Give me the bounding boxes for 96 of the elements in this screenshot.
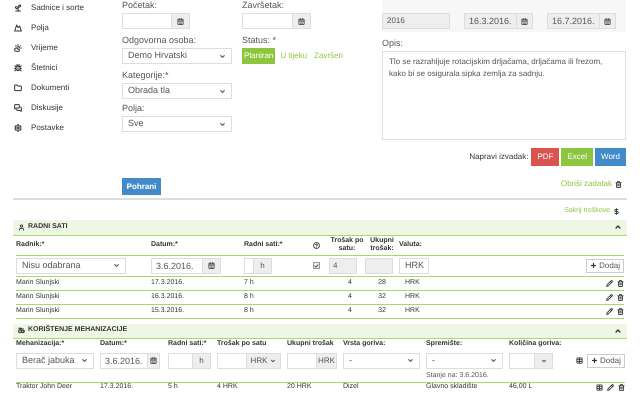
collapse-icon[interactable] [614, 326, 622, 334]
season-field: 2016 [382, 13, 450, 29]
caret-icon [540, 358, 546, 364]
sidebar-item[interactable]: Štetnici [14, 62, 122, 74]
sidebar-item[interactable]: Diskusije [14, 102, 122, 114]
unit-label: h [253, 258, 271, 272]
field-label: Završetak: [242, 0, 286, 11]
calendar-button[interactable] [516, 13, 533, 29]
field-label: Početak: [122, 0, 158, 11]
check-icon [314, 262, 319, 268]
plus-icon [590, 262, 598, 269]
calendar-icon [520, 18, 528, 24]
caret-icon [407, 357, 414, 364]
currency-select[interactable]: HRK [399, 258, 429, 274]
date-field[interactable]: 3.6.2016. [151, 258, 203, 274]
input-field[interactable]: h [168, 352, 211, 368]
calendar-button[interactable] [600, 13, 616, 29]
save-button[interactable]: Pohrani [122, 178, 161, 195]
collapse-icon[interactable] [614, 223, 622, 231]
chat-icon [14, 104, 22, 112]
input-field[interactable]: HRK [217, 352, 281, 368]
export-button[interactable]: PDF [531, 148, 560, 166]
field-label: Status: * [242, 35, 278, 46]
caret-icon [270, 358, 276, 364]
date-field[interactable]: 3.6.2016. [100, 352, 148, 368]
calendar-icon [298, 18, 305, 24]
calendar-button[interactable] [203, 258, 221, 274]
help-icon [313, 242, 320, 248]
date-field[interactable] [242, 13, 293, 29]
date-field[interactable]: 16.3.2016. [464, 13, 517, 29]
cost-field: 4 [329, 258, 357, 274]
mountain-icon [14, 24, 22, 32]
plus-icon [591, 357, 598, 364]
calendar-icon [177, 18, 184, 24]
field-label: Polja: [122, 103, 146, 114]
calendar-icon [604, 18, 611, 24]
export-button[interactable]: Word [595, 148, 626, 166]
machine-select[interactable]: Berač jabuka [16, 352, 94, 368]
worker-select[interactable]: Nisu odabrana [16, 258, 126, 274]
delete-icon[interactable] [617, 280, 624, 286]
field-label: Odgovorna osoba: [122, 35, 198, 46]
date-field[interactable] [122, 13, 172, 29]
export-label: Napravi izvadak: [469, 151, 528, 163]
table-icon[interactable] [576, 357, 583, 364]
caret-icon [113, 262, 120, 269]
user-icon [18, 224, 25, 230]
sidebar-item[interactable]: Polja [14, 22, 122, 34]
edit-icon[interactable] [606, 294, 613, 300]
edit-icon[interactable] [606, 308, 613, 314]
select-field[interactable]: Sve [122, 116, 232, 132]
add-button[interactable]: Dodaj [587, 354, 625, 368]
caret-icon [219, 52, 226, 60]
delete-icon[interactable] [617, 294, 624, 300]
folder-icon [14, 84, 22, 92]
calendar-button[interactable] [293, 13, 311, 29]
calendar-icon [208, 262, 215, 269]
add-button[interactable]: Dodaj [586, 258, 624, 272]
input-field[interactable]: HRK [287, 352, 337, 368]
delete-icon[interactable] [617, 308, 624, 314]
field-label: Kategorije:* [122, 70, 170, 81]
table-icon[interactable] [596, 384, 603, 391]
calendar-button[interactable] [172, 13, 190, 29]
sidebar-item[interactable]: Vrijeme [14, 42, 122, 54]
edit-icon[interactable] [606, 280, 613, 286]
unit-label: HRK [316, 354, 336, 368]
caret-icon [219, 88, 226, 94]
select-field[interactable]: Obrada tla [122, 83, 232, 99]
currency-select[interactable]: HRK [246, 354, 280, 368]
dollar-icon [613, 208, 620, 215]
unit-label: h [192, 354, 210, 368]
sidebar-item[interactable]: Sadnice i sorte [14, 2, 122, 14]
total-cost-field [365, 258, 393, 274]
caret-icon [81, 357, 88, 364]
input-field[interactable] [509, 352, 553, 368]
select-field[interactable]: Demo Hrvatski [122, 48, 232, 64]
date-field[interactable]: 16.7.2016. [547, 13, 600, 29]
bug-icon [14, 64, 22, 72]
input-field[interactable]: h [244, 258, 272, 274]
calendar-icon [150, 357, 157, 364]
sidebar-item[interactable]: Dokumenti [14, 82, 122, 94]
checkbox[interactable] [313, 262, 320, 269]
tractor-icon [18, 327, 25, 334]
edit-icon[interactable] [606, 384, 614, 391]
settings-icon [14, 124, 22, 132]
cloud-sun-icon [14, 44, 22, 52]
fuel-select[interactable]: - [343, 352, 420, 368]
storage-select[interactable]: - [426, 352, 503, 368]
caret-icon [490, 357, 497, 364]
calendar-button[interactable] [148, 352, 160, 368]
trash-icon [615, 180, 622, 188]
delete-icon[interactable] [618, 384, 625, 391]
caret-icon [219, 120, 226, 128]
field-label: Opis: [382, 38, 404, 49]
sidebar-item[interactable]: Postavke [14, 122, 122, 134]
description-field[interactable]: Tlo se razrahljuje rotacijskim drljačama, drljačama ili frezom, kako bi se osigurala sipka zemlja za sadnju. [382, 51, 626, 140]
sprout-icon [14, 4, 22, 12]
